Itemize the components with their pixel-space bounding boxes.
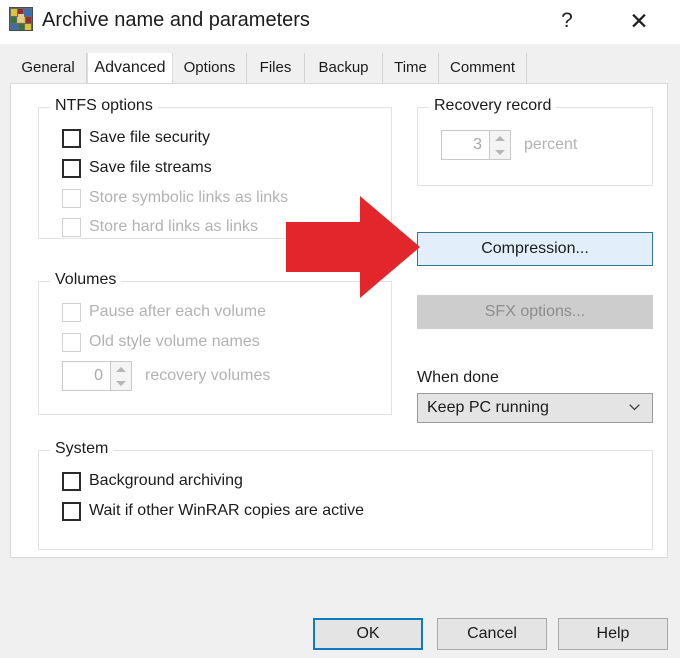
checkbox-box (62, 302, 81, 322)
volumes-group: Volumes Pause after each volume Old styl… (38, 271, 392, 415)
checkbox-box (62, 217, 81, 237)
sfx-options-button: SFX options... (417, 295, 653, 329)
system-legend: System (50, 440, 114, 458)
when-done-select[interactable]: Keep PC running (417, 393, 653, 423)
checkbox-store-hard-links-as-links: Store hard links as links (62, 215, 258, 239)
close-icon[interactable]: ✕ (617, 4, 661, 38)
checkbox-save-file-security[interactable]: Save file security (62, 126, 210, 150)
checkbox-label: Save file security (89, 129, 210, 146)
recovery-volumes-value: 0 (62, 361, 110, 391)
checkbox-store-symbolic-links-as-links: Store symbolic links as links (62, 186, 288, 210)
checkbox-label: Store symbolic links as links (89, 189, 289, 206)
winrar-books-icon (9, 7, 33, 31)
checkbox-box (62, 158, 81, 178)
checkbox-label: Pause after each volume (89, 303, 266, 320)
tab-time[interactable]: Time (383, 53, 439, 83)
checkbox-label: Wait if other WinRAR copies are active (89, 502, 365, 519)
volumes-legend: Volumes (50, 271, 122, 289)
tab-strip: General Advanced Options Files Backup Ti… (10, 53, 668, 84)
window-title: Archive name and parameters (42, 9, 310, 31)
tab-comment[interactable]: Comment (439, 53, 527, 83)
stepper-up-icon (490, 131, 510, 145)
title-bar: Archive name and parameters ? ✕ (0, 0, 680, 44)
stepper-up-icon (111, 362, 131, 376)
ok-button[interactable]: OK (313, 618, 423, 650)
recovery-volumes-label: recovery volumes (145, 367, 271, 384)
checkbox-save-file-streams[interactable]: Save file streams (62, 156, 212, 180)
compression-button[interactable]: Compression... (417, 232, 653, 266)
cancel-button[interactable]: Cancel (437, 618, 547, 650)
help-button[interactable]: Help (558, 618, 668, 650)
tab-files[interactable]: Files (247, 53, 305, 83)
system-group: System Background archiving Wait if othe… (38, 440, 653, 550)
stepper-down-icon (490, 145, 510, 159)
when-done-selected-value: Keep PC running (427, 399, 549, 416)
checkbox-background-archiving[interactable]: Background archiving (62, 469, 243, 493)
chevron-down-icon (629, 404, 640, 411)
recovery-record-unit-label: percent (524, 136, 578, 153)
checkbox-label: Save file streams (89, 159, 212, 176)
stepper-buttons (489, 130, 511, 160)
stepper-buttons (110, 361, 132, 391)
when-done-label: When done (417, 369, 499, 386)
ntfs-options-legend: NTFS options (50, 97, 158, 115)
recovery-record-group: Recovery record 3 percent (417, 97, 653, 186)
checkbox-box (62, 332, 81, 352)
checkbox-box (62, 471, 81, 491)
archive-name-and-parameters-dialog: Archive name and parameters ? ✕ General … (0, 0, 680, 658)
checkbox-box (62, 128, 81, 148)
title-help-button[interactable]: ? (545, 4, 589, 38)
recovery-volumes-stepper: 0 (62, 361, 132, 391)
stepper-down-icon (111, 376, 131, 390)
checkbox-wait-if-other-winrar-copies-active[interactable]: Wait if other WinRAR copies are active (62, 499, 364, 523)
tab-backup[interactable]: Backup (305, 53, 383, 83)
recovery-record-value: 3 (441, 130, 489, 160)
checkbox-label: Old style volume names (89, 333, 260, 350)
advanced-tab-panel: NTFS options Save file security Save fil… (10, 83, 668, 558)
checkbox-pause-after-each-volume: Pause after each volume (62, 300, 266, 324)
recovery-record-legend: Recovery record (429, 97, 557, 115)
checkbox-box (62, 501, 81, 521)
tab-general[interactable]: General (10, 53, 87, 83)
checkbox-old-style-volume-names: Old style volume names (62, 330, 260, 354)
tab-options[interactable]: Options (173, 53, 247, 83)
tab-advanced[interactable]: Advanced (87, 53, 173, 84)
checkbox-label: Background archiving (89, 472, 243, 489)
checkbox-label: Store hard links as links (89, 218, 258, 235)
checkbox-box (62, 188, 81, 208)
ntfs-options-group: NTFS options Save file security Save fil… (38, 97, 392, 239)
recovery-record-stepper: 3 (441, 130, 511, 160)
